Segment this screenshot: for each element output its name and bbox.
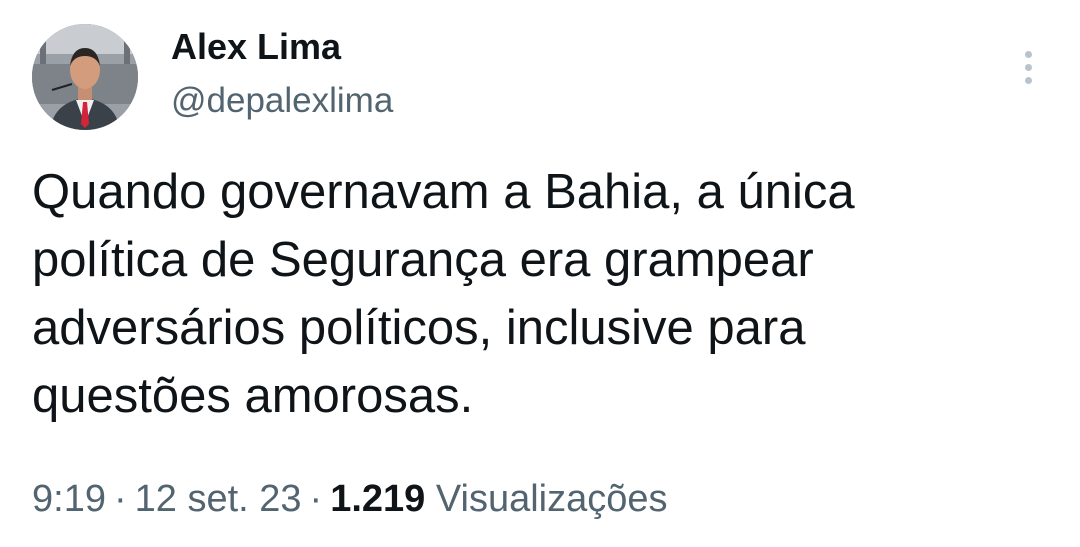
more-vertical-icon: [1024, 50, 1032, 58]
meta-separator: ·: [113, 478, 127, 520]
tweet-meta: 9:19 · 12 set. 23 · 1.219 Visualizações: [32, 474, 668, 524]
tweet-date[interactable]: 12 set. 23: [135, 478, 302, 520]
author-display-name[interactable]: Alex Lima: [171, 25, 341, 69]
more-vertical-icon-dot: [1024, 63, 1032, 71]
more-options-button[interactable]: [1010, 44, 1046, 90]
tweet-card: Alex Lima @depalexlima Quando governavam…: [0, 0, 1080, 547]
tweet-text: Quando governavam a Bahia, a única polít…: [32, 165, 855, 423]
tweet-time[interactable]: 9:19: [32, 478, 106, 520]
views-count[interactable]: 1.219: [330, 478, 425, 520]
more-vertical-icon-dot: [1024, 76, 1032, 84]
meta-separator: ·: [309, 478, 323, 520]
author-handle[interactable]: @depalexlima: [171, 79, 393, 123]
views-label[interactable]: Visualizações: [436, 478, 668, 520]
author-avatar[interactable]: [32, 24, 138, 130]
avatar-photo-icon: [32, 24, 138, 130]
